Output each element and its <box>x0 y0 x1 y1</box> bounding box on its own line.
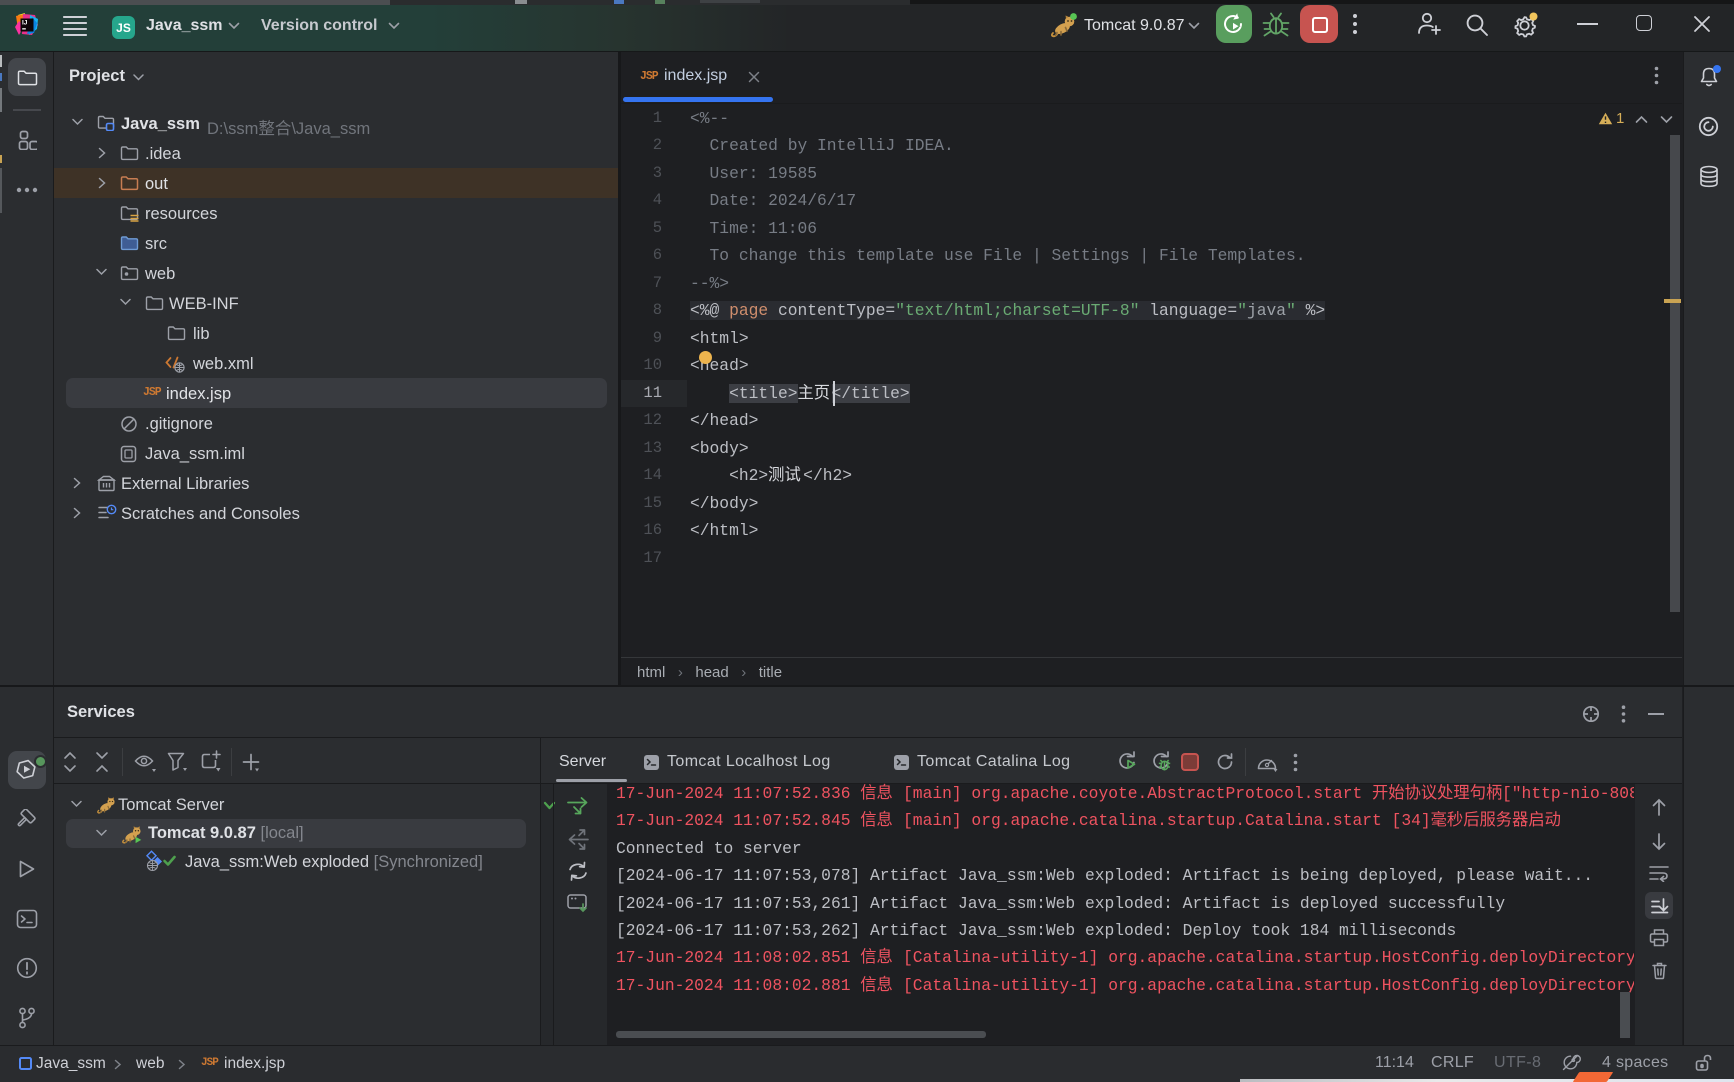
svg-text:IJ: IJ <box>22 20 28 27</box>
